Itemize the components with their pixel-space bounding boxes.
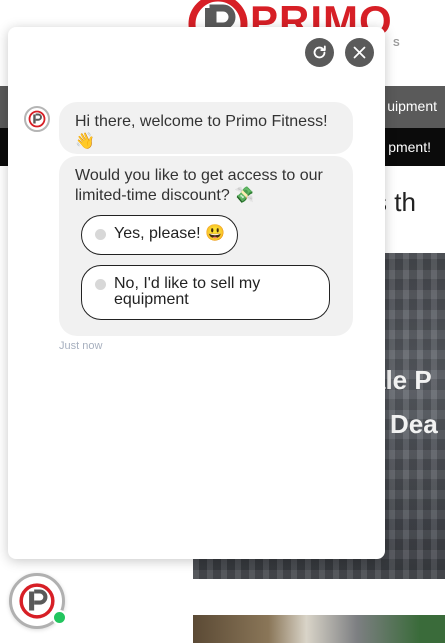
bot-message-welcome: Hi there, welcome to Primo Fitness! 👋 — [59, 102, 353, 154]
message-text: Would you like to get access to our limi… — [75, 167, 323, 204]
option-yes-button[interactable]: Yes, please! 😃 — [81, 215, 238, 255]
primo-logo-icon — [28, 110, 46, 128]
close-icon — [353, 46, 366, 59]
option-label: No, I'd like to sell my equipment — [114, 275, 261, 308]
bot-avatar — [24, 106, 50, 132]
message-text: Hi there, welcome to Primo Fitness! 👋 — [75, 113, 328, 150]
radio-dot-icon — [95, 279, 106, 290]
product-thumbnail[interactable] — [193, 615, 445, 643]
primo-logo-icon — [19, 583, 55, 619]
online-status-indicator — [52, 610, 67, 625]
option-sell-equipment-button[interactable]: No, I'd like to sell my equipment — [81, 265, 330, 320]
bot-message-offer: Would you like to get access to our limi… — [59, 156, 353, 336]
close-chat-button[interactable] — [345, 38, 374, 67]
radio-dot-icon — [95, 229, 106, 240]
chat-window: Hi there, welcome to Primo Fitness! 👋 Wo… — [8, 27, 385, 559]
refresh-icon — [313, 45, 326, 59]
logo-subtext: S — [393, 38, 401, 49]
hero-caption-line2: Dea — [390, 409, 438, 439]
refresh-chat-button[interactable] — [305, 38, 334, 67]
promo-banner-text[interactable]: pment! — [388, 139, 431, 155]
option-label: Yes, please! 😃 — [114, 225, 225, 242]
nav-menu-item[interactable]: uipment — [387, 98, 437, 114]
message-timestamp: Just now — [59, 340, 103, 352]
